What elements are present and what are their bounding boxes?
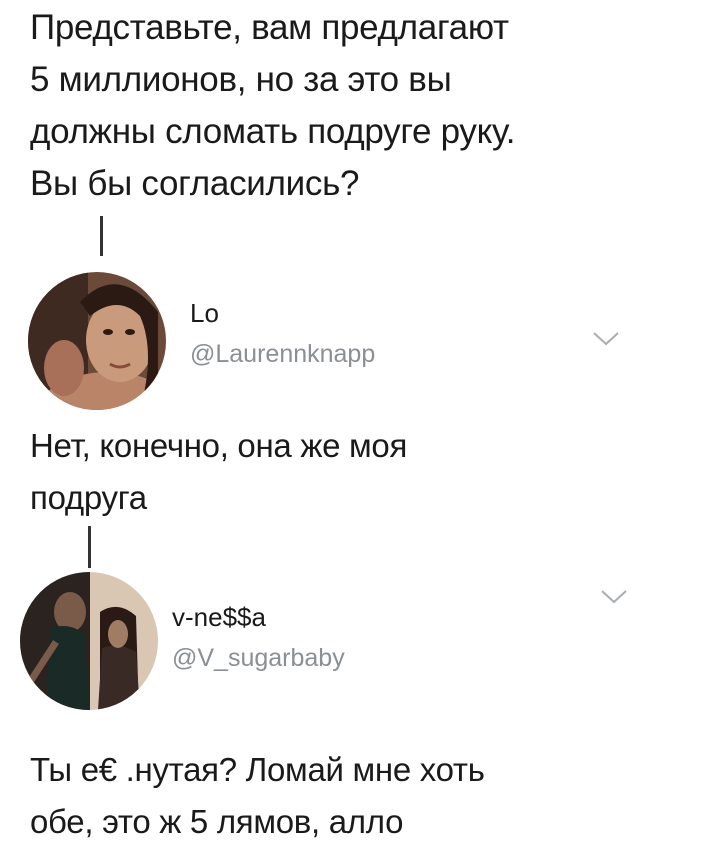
tweet-text-line: подруга <box>30 479 147 516</box>
question-text: Представьте, вам предлагают 5 миллионов,… <box>30 2 700 210</box>
tweet-text-line: Ты е€ .нутая? Ломай мне хоть <box>30 751 485 788</box>
chevron-down-icon[interactable] <box>600 588 628 606</box>
question-line: Вы бы согласились? <box>30 164 360 203</box>
user-handle[interactable]: @V_sugarbaby <box>172 644 345 673</box>
tweet-text-line: обе, это ж 5 лямов, алло <box>30 803 404 840</box>
question-line: должны сломать подруге руку. <box>30 112 516 151</box>
avatar-photo <box>28 272 166 410</box>
tweet-text: Ты е€ .нутая? Ломай мне хоть обе, это ж … <box>30 744 690 848</box>
tweet-text: Нет, конечно, она же моя подруга <box>30 420 690 524</box>
avatar-photo <box>20 572 158 710</box>
question-line: 5 миллионов, но за это вы <box>30 60 452 99</box>
chevron-down-icon[interactable] <box>592 330 620 348</box>
user-handle[interactable]: @Laurennknapp <box>190 340 375 369</box>
thread-connector <box>88 526 91 568</box>
avatar[interactable] <box>28 272 166 410</box>
display-name[interactable]: Lo <box>190 298 219 329</box>
question-line: Представьте, вам предлагают <box>30 8 509 47</box>
tweet-text-line: Нет, конечно, она же моя <box>30 427 408 464</box>
avatar[interactable] <box>20 572 158 710</box>
thread-connector <box>100 216 103 256</box>
display-name[interactable]: v-ne$$a <box>172 602 266 633</box>
